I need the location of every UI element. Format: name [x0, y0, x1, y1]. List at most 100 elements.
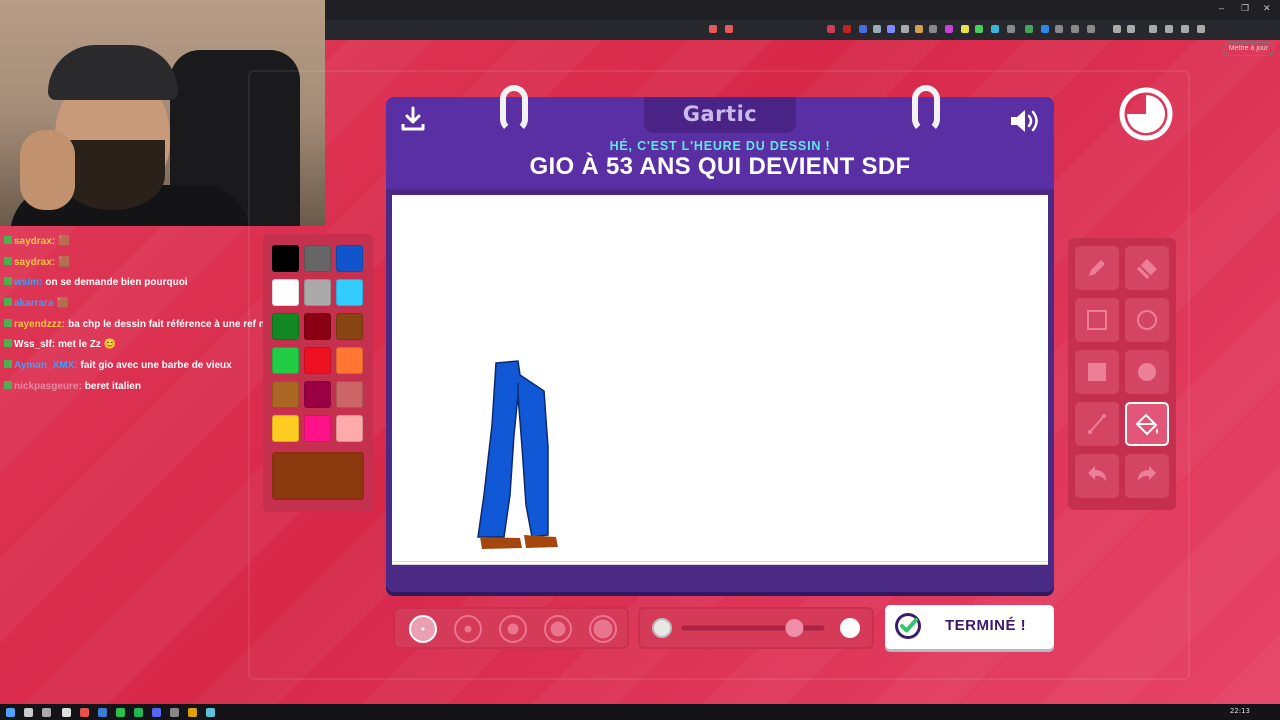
- binder-ring-right: [912, 85, 940, 133]
- color-swatch[interactable]: [272, 415, 299, 442]
- streamer-cap: [48, 45, 178, 100]
- binder-ring-left: [500, 85, 528, 133]
- extension-icon[interactable]: [1071, 25, 1079, 33]
- downloads-icon[interactable]: [1197, 25, 1205, 33]
- color-swatch[interactable]: [272, 313, 299, 340]
- brush-size-button[interactable]: [589, 615, 617, 643]
- color-swatch[interactable]: [304, 279, 331, 306]
- extension-icon[interactable]: [827, 25, 835, 33]
- drawing-canvas[interactable]: [392, 195, 1048, 565]
- task-view-icon[interactable]: [42, 708, 51, 717]
- undo-tool[interactable]: [1075, 454, 1119, 498]
- update-button[interactable]: Mettre à jour: [1222, 42, 1274, 56]
- download-icon[interactable]: [400, 106, 426, 132]
- brush-size-button[interactable]: [544, 615, 572, 643]
- opacity-slider[interactable]: [640, 609, 876, 651]
- redo-tool[interactable]: [1125, 454, 1169, 498]
- chat-username[interactable]: Wss_slf:: [14, 339, 55, 350]
- extension-icon[interactable]: [1025, 25, 1033, 33]
- sidebar-icon[interactable]: [1165, 25, 1173, 33]
- extension-icon[interactable]: [961, 25, 969, 33]
- extension-icon[interactable]: [975, 25, 983, 33]
- color-swatch[interactable]: [336, 313, 363, 340]
- search-icon[interactable]: [24, 708, 33, 717]
- color-swatch[interactable]: [304, 415, 331, 442]
- color-swatch[interactable]: [272, 347, 299, 374]
- chat-username[interactable]: akarrara: [14, 298, 53, 309]
- alert-icon[interactable]: [725, 25, 733, 33]
- restore-icon[interactable]: ❐: [1241, 3, 1249, 14]
- chat-username[interactable]: rayendzzz:: [14, 319, 65, 330]
- color-swatch[interactable]: [336, 279, 363, 306]
- eraser-icon: [1137, 259, 1157, 279]
- app-icon[interactable]: [188, 708, 197, 717]
- extension-icon[interactable]: [1113, 25, 1121, 33]
- color-swatch[interactable]: [272, 381, 299, 408]
- music-icon[interactable]: [1149, 25, 1157, 33]
- close-icon[interactable]: ✕: [1263, 3, 1271, 14]
- extension-icon[interactable]: [1127, 25, 1135, 33]
- ellipse-tool[interactable]: [1125, 298, 1169, 342]
- color-swatch[interactable]: [304, 347, 331, 374]
- volume-icon[interactable]: [1008, 107, 1042, 135]
- color-swatch[interactable]: [304, 381, 331, 408]
- left-shoe: [480, 537, 522, 549]
- color-swatch[interactable]: [336, 415, 363, 442]
- pencil-tool[interactable]: [1075, 246, 1119, 290]
- extension-icon[interactable]: [887, 25, 895, 33]
- color-swatch[interactable]: [304, 313, 331, 340]
- extension-icon[interactable]: [1055, 25, 1063, 33]
- whatsapp-icon[interactable]: [116, 708, 125, 717]
- extension-icon[interactable]: [929, 25, 937, 33]
- eraser-tool[interactable]: [1125, 246, 1169, 290]
- chat-username[interactable]: Ayman_XMX:: [14, 360, 78, 371]
- discord-icon[interactable]: [152, 708, 161, 717]
- extension-icon[interactable]: [859, 25, 867, 33]
- obs-icon[interactable]: [170, 708, 179, 717]
- chat-message: Wss_slf: met le Zz 😊: [0, 335, 305, 356]
- brush-size-button[interactable]: [409, 615, 437, 643]
- chat-username[interactable]: saydrax:: [14, 236, 55, 247]
- extension-icon[interactable]: [945, 25, 953, 33]
- done-button[interactable]: TERMINÉ !: [885, 605, 1054, 649]
- fill-tool[interactable]: [1125, 402, 1169, 446]
- chat-message: wsim: on se demande bien pourquoi: [0, 273, 305, 294]
- chat-username[interactable]: wsim:: [14, 277, 42, 288]
- app-icon[interactable]: [98, 708, 107, 717]
- extension-icon[interactable]: [709, 25, 717, 33]
- chat-message: rayendzzz: ba chp le dessin fait référenc…: [0, 315, 305, 336]
- extension-icon[interactable]: [843, 25, 851, 33]
- file-explorer-icon[interactable]: [62, 708, 71, 717]
- extension-icon[interactable]: [1007, 25, 1015, 33]
- extension-icon[interactable]: [915, 25, 923, 33]
- puzzle-icon[interactable]: [1181, 25, 1189, 33]
- rectangle-tool[interactable]: [1075, 298, 1119, 342]
- spotify-icon[interactable]: [134, 708, 143, 717]
- color-swatch[interactable]: [272, 245, 299, 272]
- chat-username[interactable]: nickpasgeure:: [14, 381, 82, 392]
- color-swatch[interactable]: [336, 381, 363, 408]
- chat-badge-icon: [4, 318, 12, 327]
- filled-ellipse-tool[interactable]: [1125, 350, 1169, 394]
- brush-size-dot: [421, 627, 425, 631]
- brush-size-button[interactable]: [499, 615, 527, 643]
- extension-icon[interactable]: [991, 25, 999, 33]
- extension-icon[interactable]: [1087, 25, 1095, 33]
- opacity-knob[interactable]: [785, 619, 804, 637]
- color-swatch[interactable]: [304, 245, 331, 272]
- color-swatch[interactable]: [336, 347, 363, 374]
- browser-icon[interactable]: [80, 708, 89, 717]
- brush-size-button[interactable]: [454, 615, 482, 643]
- color-swatch[interactable]: [272, 279, 299, 306]
- line-tool[interactable]: [1075, 402, 1119, 446]
- done-label: TERMINÉ !: [945, 617, 1027, 634]
- color-swatch[interactable]: [336, 245, 363, 272]
- filled-rectangle-tool[interactable]: [1075, 350, 1119, 394]
- extension-icon[interactable]: [873, 25, 881, 33]
- app-icon[interactable]: [206, 708, 215, 717]
- extension-icon[interactable]: [1041, 25, 1049, 33]
- extension-icon[interactable]: [901, 25, 909, 33]
- chat-username[interactable]: saydrax:: [14, 257, 55, 268]
- windows-start-icon[interactable]: [6, 708, 15, 717]
- minimize-icon[interactable]: –: [1219, 3, 1224, 13]
